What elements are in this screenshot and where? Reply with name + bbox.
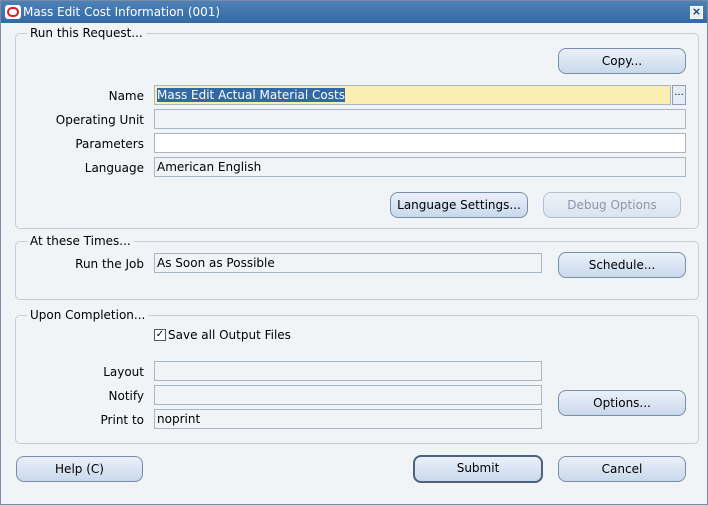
window-title: Mass Edit Cost Information (001): [23, 5, 221, 19]
close-icon[interactable]: ×: [690, 6, 703, 19]
name-field-value: Mass Edit Actual Material Costs: [157, 88, 345, 102]
upon-completion-group-title: Upon Completion...: [27, 308, 149, 322]
submit-button[interactable]: Submit: [413, 455, 543, 483]
notify-field[interactable]: [154, 385, 542, 405]
language-settings-button[interactable]: Language Settings...: [390, 192, 528, 218]
notify-label: Notify: [108, 389, 144, 403]
cancel-button[interactable]: Cancel: [558, 456, 686, 482]
layout-label: Layout: [103, 365, 144, 379]
title-bar[interactable]: Mass Edit Cost Information (001) ×: [1, 1, 707, 23]
help-button[interactable]: Help (C): [16, 456, 143, 482]
options-button[interactable]: Options...: [558, 390, 686, 416]
name-field[interactable]: Mass Edit Actual Material Costs: [154, 85, 671, 105]
name-label: Name: [108, 89, 144, 103]
save-output-checkbox[interactable]: ✓: [154, 329, 166, 341]
operating-unit-label: Operating Unit: [55, 113, 144, 127]
language-field[interactable]: American English: [154, 157, 686, 177]
oracle-logo-icon: [5, 5, 21, 19]
run-job-label: Run the Job: [75, 257, 144, 271]
language-label: Language: [84, 161, 144, 175]
run-request-group-title: Run this Request...: [27, 26, 146, 40]
operating-unit-field[interactable]: [154, 109, 686, 129]
schedule-button[interactable]: Schedule...: [558, 252, 686, 278]
copy-button[interactable]: Copy...: [558, 48, 686, 74]
debug-options-button[interactable]: Debug Options: [543, 192, 681, 218]
run-job-field[interactable]: As Soon as Possible: [154, 253, 542, 273]
save-output-label[interactable]: Save all Output Files: [168, 328, 291, 342]
concurrent-request-window: Mass Edit Cost Information (001) × Run t…: [0, 0, 708, 505]
name-lov-button[interactable]: ...: [672, 85, 686, 105]
parameters-field[interactable]: [154, 133, 686, 153]
at-these-times-group-title: At these Times...: [27, 234, 134, 248]
layout-field[interactable]: [154, 361, 542, 381]
print-to-field[interactable]: noprint: [154, 409, 542, 429]
print-to-label: Print to: [100, 413, 144, 427]
parameters-label: Parameters: [75, 137, 144, 151]
